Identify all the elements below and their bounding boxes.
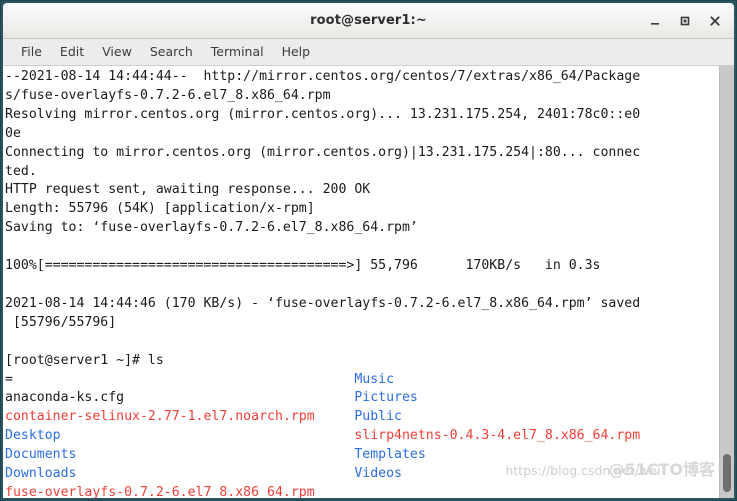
window-title: root@server1:~ (310, 13, 427, 28)
terminal-body: --2021-08-14 14:44:44-- http://mirror.ce… (3, 66, 734, 498)
menu-item-file[interactable]: File (12, 42, 51, 62)
menu-bar: File Edit View Search Terminal Help (3, 39, 734, 66)
vertical-scrollbar[interactable] (719, 66, 734, 498)
menu-item-terminal[interactable]: Terminal (202, 42, 273, 62)
maximize-button[interactable] (670, 6, 700, 36)
menu-item-search[interactable]: Search (141, 42, 202, 62)
menu-item-view[interactable]: View (93, 42, 141, 62)
title-bar[interactable]: root@server1:~ (3, 3, 734, 39)
terminal-screen[interactable]: --2021-08-14 14:44:44-- http://mirror.ce… (3, 66, 719, 498)
minimize-button[interactable] (640, 6, 670, 36)
close-button[interactable] (700, 6, 730, 36)
terminal-output: --2021-08-14 14:44:44-- http://mirror.ce… (5, 69, 641, 498)
scrollbar-thumb[interactable] (723, 454, 731, 492)
menu-item-edit[interactable]: Edit (51, 42, 93, 62)
close-icon (708, 14, 722, 28)
menu-item-help[interactable]: Help (273, 42, 320, 62)
terminal-window: root@server1:~ File Edit View Search Ter… (0, 0, 737, 501)
maximize-icon (678, 14, 692, 28)
window-controls (640, 3, 730, 38)
minimize-icon (648, 14, 662, 28)
